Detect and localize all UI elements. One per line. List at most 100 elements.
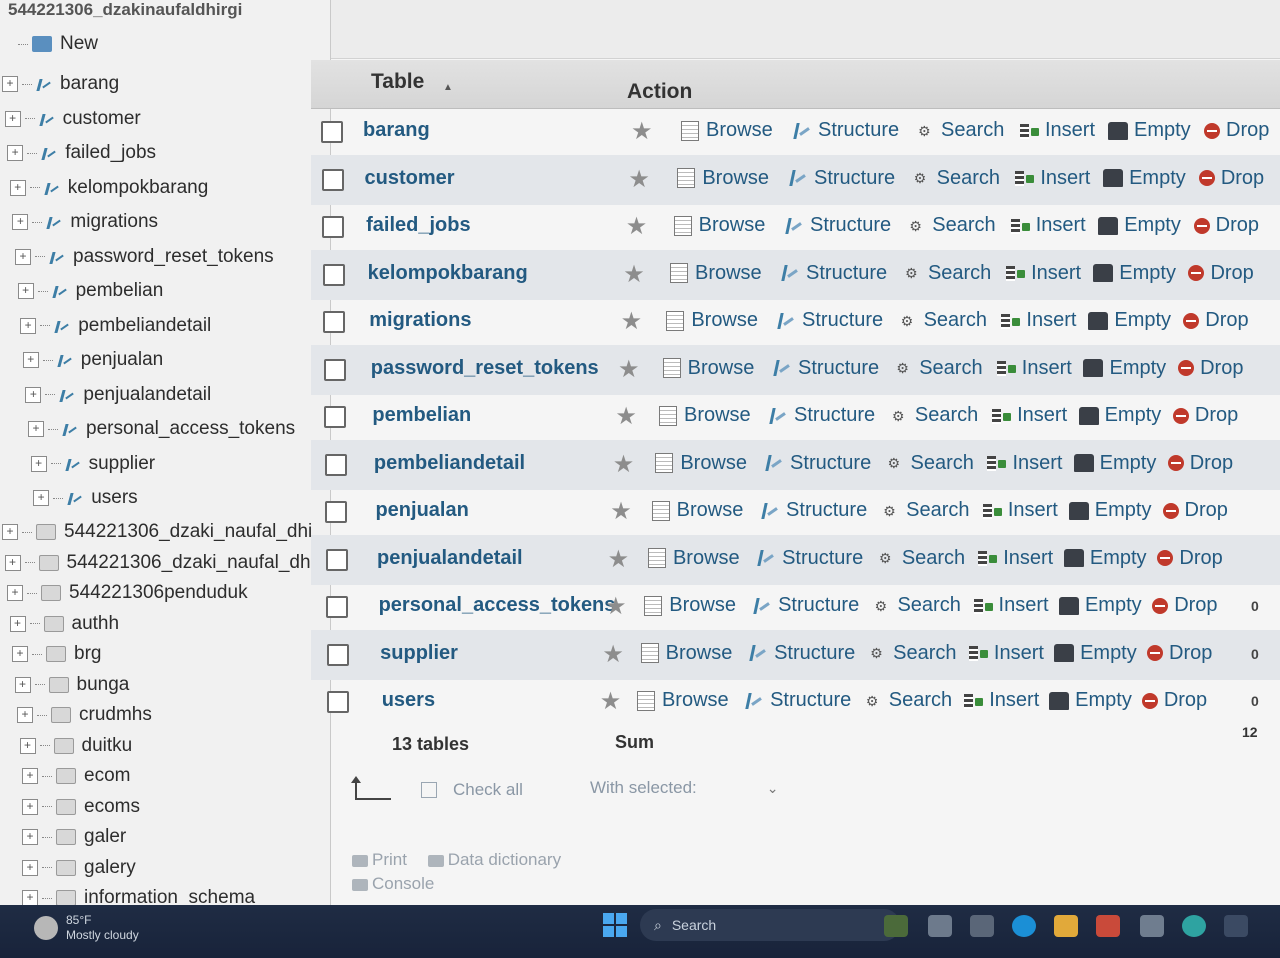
expand-icon[interactable]: + <box>14 676 31 693</box>
row-checkbox[interactable] <box>327 691 350 713</box>
expand-icon[interactable]: + <box>22 798 38 815</box>
tree-item-label[interactable]: duitku <box>82 735 133 757</box>
browse-action[interactable]: Browse <box>655 452 747 475</box>
favorite-star-icon[interactable]: ★ <box>610 497 632 526</box>
favorite-star-icon[interactable]: ★ <box>618 355 640 384</box>
weather-widget[interactable]: 85°F Mostly cloudy <box>34 913 139 943</box>
expand-icon[interactable]: + <box>7 145 24 161</box>
insert-action[interactable]: Insert <box>991 404 1067 427</box>
table-name-link[interactable]: kelompokbarang <box>368 262 528 285</box>
row-checkbox[interactable] <box>326 596 349 618</box>
tree-item-label[interactable]: information_schema <box>84 887 255 905</box>
expand-icon[interactable]: + <box>12 214 29 230</box>
table-name-link[interactable]: failed_jobs <box>366 214 470 237</box>
empty-action[interactable]: Empty <box>1103 167 1186 190</box>
favorite-star-icon[interactable]: ★ <box>621 307 643 336</box>
expand-icon[interactable]: + <box>30 455 47 472</box>
expand-icon[interactable]: + <box>25 386 42 403</box>
structure-action[interactable]: Structure <box>781 262 887 285</box>
search-action[interactable]: ⚙ Search <box>888 452 974 475</box>
expand-icon[interactable]: + <box>22 829 38 845</box>
print-link[interactable]: Print <box>372 850 407 869</box>
expand-icon[interactable]: + <box>9 179 26 196</box>
empty-action[interactable]: Empty <box>1054 642 1137 665</box>
structure-action[interactable]: Structure <box>793 119 899 142</box>
edge-browser-icon[interactable] <box>1012 915 1036 937</box>
browse-action[interactable]: Browse <box>651 499 743 522</box>
structure-action[interactable]: Structure <box>765 452 871 475</box>
empty-action[interactable]: Empty <box>1108 119 1191 142</box>
empty-action[interactable]: Empty <box>1063 547 1147 570</box>
tree-item-label[interactable]: galer <box>84 826 126 848</box>
search-action[interactable]: ⚙ Search <box>901 309 987 332</box>
expand-icon[interactable]: + <box>22 890 38 905</box>
chevron-down-icon[interactable]: ⌄ <box>767 780 779 797</box>
favorite-star-icon[interactable]: ★ <box>600 687 622 716</box>
favorite-star-icon[interactable]: ★ <box>615 402 637 431</box>
sidebar-table-migrations[interactable]: + migrations <box>12 208 158 236</box>
current-database-title[interactable]: 544221306_dzakinaufaldhirgi <box>8 0 242 20</box>
drop-action[interactable]: Drop <box>1188 262 1254 285</box>
drop-action[interactable]: Drop <box>1152 594 1218 617</box>
sidebar-db-0[interactable]: +544221306_dzaki_naufal_dhi <box>2 518 312 546</box>
sidebar-table-kelompokbarang[interactable]: + kelompokbarang <box>9 174 208 202</box>
favorite-star-icon[interactable]: ★ <box>602 640 624 669</box>
empty-action[interactable]: Empty <box>1093 262 1176 285</box>
sidebar-db-9[interactable]: + ecoms <box>22 793 140 821</box>
empty-action[interactable]: Empty <box>1049 689 1132 712</box>
structure-action[interactable]: Structure <box>745 689 851 712</box>
favorite-star-icon[interactable]: ★ <box>626 212 648 241</box>
sidebar-db-6[interactable]: + crudmhs <box>17 701 152 729</box>
row-checkbox[interactable] <box>322 263 345 286</box>
sidebar-db-10[interactable]: + galer <box>22 823 126 851</box>
drop-action[interactable]: Drop <box>1157 547 1223 570</box>
tree-item-label[interactable]: personal_access_tokens <box>86 418 295 440</box>
row-checkbox[interactable] <box>322 216 345 238</box>
drop-action[interactable]: Drop <box>1172 404 1238 427</box>
table-name-link[interactable]: supplier <box>380 642 458 665</box>
tree-item-label[interactable]: 544221306penduduk <box>69 582 248 604</box>
drop-action[interactable]: Drop <box>1183 309 1249 332</box>
row-checkbox[interactable] <box>321 168 344 191</box>
browse-action[interactable]: Browse <box>669 262 762 285</box>
insert-action[interactable]: Insert <box>977 547 1053 570</box>
tree-item-label[interactable]: users <box>91 487 137 509</box>
table-name-link[interactable]: personal_access_tokens <box>379 594 616 617</box>
tree-item-label[interactable]: ecoms <box>84 796 140 818</box>
expand-icon[interactable]: + <box>20 317 37 334</box>
table-name-link[interactable]: password_reset_tokens <box>371 357 599 380</box>
drop-action[interactable]: Drop <box>1162 499 1228 522</box>
search-action[interactable]: ⚙ Search <box>896 357 982 380</box>
sidebar-db-11[interactable]: + galery <box>22 854 136 882</box>
row-checkbox[interactable] <box>325 501 348 523</box>
tree-item-label[interactable]: supplier <box>89 453 156 475</box>
tree-item-label[interactable]: kelompokbarang <box>68 177 208 199</box>
browse-action[interactable]: Browse <box>658 404 751 427</box>
row-checkbox[interactable] <box>324 453 347 476</box>
column-table-header[interactable]: Table <box>371 70 424 94</box>
tree-item-label[interactable]: crudmhs <box>79 704 152 726</box>
expand-icon[interactable]: + <box>22 859 38 876</box>
sidebar-table-pembelian[interactable]: + pembelian <box>17 277 163 305</box>
favorite-star-icon[interactable]: ★ <box>605 592 627 621</box>
insert-action[interactable]: Insert <box>1010 214 1086 237</box>
copilot-icon[interactable] <box>884 915 908 937</box>
search-action[interactable]: ⚙ Search <box>870 642 956 665</box>
tree-item-label[interactable]: barang <box>60 73 119 95</box>
insert-action[interactable]: Insert <box>1014 167 1090 190</box>
expand-icon[interactable]: + <box>2 76 18 92</box>
structure-action[interactable]: Structure <box>757 547 863 570</box>
check-all-control[interactable]: Check all <box>351 776 523 800</box>
check-all-label[interactable]: Check all <box>453 780 523 800</box>
row-checkbox[interactable] <box>326 643 349 666</box>
expand-icon[interactable]: + <box>17 707 33 723</box>
with-selected-dropdown[interactable]: With selected: ⌄ <box>590 778 779 798</box>
windows-start-icon[interactable] <box>603 913 627 937</box>
browse-action[interactable]: Browse <box>644 594 736 617</box>
terminal-icon[interactable] <box>1224 915 1248 937</box>
expand-icon[interactable]: + <box>28 421 44 437</box>
expand-icon[interactable]: + <box>4 554 21 571</box>
expand-icon[interactable]: + <box>22 352 39 368</box>
tree-item-label[interactable]: 544221306_dzaki_naufal_dhi <box>67 552 315 574</box>
sidebar-table-supplier[interactable]: + supplier <box>30 450 156 478</box>
